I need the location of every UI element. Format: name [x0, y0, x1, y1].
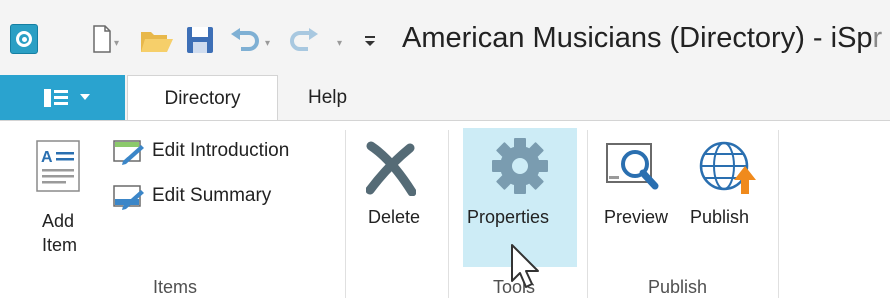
- group-separator: [345, 130, 346, 298]
- delete-button[interactable]: Delete: [368, 207, 420, 228]
- edit-summary-button[interactable]: Edit Summary: [152, 185, 271, 207]
- edit-introduction-button[interactable]: Edit Introduction: [152, 140, 289, 162]
- tab-directory[interactable]: Directory: [127, 75, 278, 122]
- new-document-dropdown-icon[interactable]: ▾: [114, 38, 119, 49]
- save-icon[interactable]: [186, 26, 214, 54]
- new-document-icon[interactable]: [92, 24, 112, 54]
- group-separator: [778, 130, 779, 298]
- preview-button[interactable]: Preview: [604, 207, 668, 228]
- add-item-label-line1: Add: [42, 211, 75, 231]
- app-icon[interactable]: [10, 24, 38, 54]
- customize-toolbar-icon[interactable]: [364, 34, 376, 48]
- group-label-items: Items: [153, 277, 198, 297]
- publish-icon[interactable]: [698, 136, 758, 196]
- edit-summary-icon[interactable]: [113, 184, 145, 210]
- group-label-publish: Publish: [648, 277, 708, 297]
- properties-button[interactable]: Properties: [467, 207, 549, 228]
- redo-icon[interactable]: [290, 28, 320, 52]
- open-folder-icon[interactable]: [140, 28, 174, 54]
- add-item-button[interactable]: Add Item: [42, 209, 77, 257]
- window-title: American Musicians (Directory) - iSpr: [402, 22, 882, 55]
- file-menu-button[interactable]: [0, 75, 125, 120]
- mouse-cursor-icon: [510, 243, 544, 293]
- tab-help[interactable]: Help: [308, 75, 347, 120]
- add-item-icon[interactable]: A: [36, 140, 80, 192]
- group-separator: [448, 130, 449, 298]
- undo-dropdown-icon[interactable]: ▾: [265, 38, 270, 49]
- redo-dropdown-icon[interactable]: ▾: [337, 38, 342, 49]
- undo-icon[interactable]: [229, 28, 259, 52]
- preview-icon[interactable]: [605, 140, 661, 196]
- app-icon-dot: [22, 37, 27, 42]
- list-icon: [44, 89, 68, 107]
- window-title-main: American Musicians (Directory) - iSp: [402, 22, 873, 54]
- add-item-label-line2: Item: [42, 235, 78, 255]
- svg-text:A: A: [41, 149, 53, 166]
- window-title-fade: r: [872, 22, 883, 54]
- delete-icon[interactable]: [366, 140, 416, 196]
- publish-button[interactable]: Publish: [690, 207, 749, 228]
- chevron-down-icon: [80, 94, 90, 100]
- gear-icon[interactable]: [490, 136, 550, 196]
- group-separator: [587, 130, 588, 298]
- edit-introduction-icon[interactable]: [113, 139, 145, 165]
